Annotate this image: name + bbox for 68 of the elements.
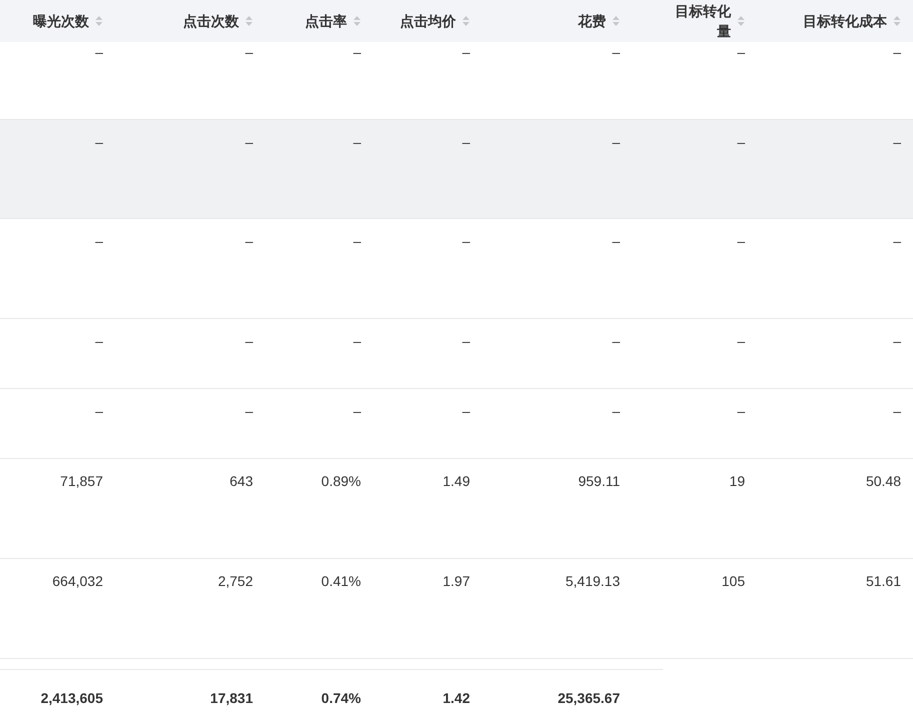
table-cell-text: 105: [722, 572, 745, 591]
table-cell-text: –: [893, 402, 901, 421]
table-cell-text: –: [95, 402, 103, 421]
summary-cell-text: 17,831: [210, 689, 253, 708]
table-cell-text: 664,032: [52, 572, 103, 591]
table-cell-text: –: [95, 332, 103, 351]
column-header: 点击均价: [400, 12, 456, 31]
sort-icon[interactable]: [737, 15, 745, 27]
table-cell-text: –: [95, 43, 103, 62]
table-cell-text: –: [245, 43, 253, 62]
table-cell-text: –: [245, 332, 253, 351]
table-cell-text: –: [893, 43, 901, 62]
sort-icon[interactable]: [612, 15, 620, 27]
column-header: 花费: [578, 12, 606, 31]
table-cell-text: 2,752: [218, 572, 253, 591]
table-cell-text: 959.11: [578, 472, 620, 491]
table-cell-text: 50.48: [866, 472, 901, 491]
table-cell-text: 643: [230, 472, 253, 491]
sort-icon[interactable]: [893, 15, 901, 27]
column-header: 曝光次数: [33, 12, 89, 31]
table-cell-text: –: [893, 133, 901, 152]
table-cell-text: 1.97: [442, 572, 470, 591]
table-cell-text: –: [462, 43, 470, 62]
table-cell-text: 0.41%: [321, 572, 361, 591]
table-cell-text: –: [737, 133, 745, 152]
table-cell-text: –: [737, 402, 745, 421]
table-cell-text: –: [462, 332, 470, 351]
table-cell-text: –: [353, 402, 361, 421]
table-cell-text: –: [353, 133, 361, 152]
summary-cell-text: 2,413,605: [40, 689, 103, 708]
table-cell-text: –: [737, 232, 745, 251]
table-cell-text: –: [737, 332, 745, 351]
table-cell-text: –: [893, 232, 901, 251]
table-cell-text: 0.89%: [321, 472, 361, 491]
table-cell-text: –: [612, 133, 620, 152]
sort-icon[interactable]: [353, 15, 361, 27]
table-cell-text: –: [245, 232, 253, 251]
table-cell-text: –: [245, 402, 253, 421]
table-cell-text: –: [737, 43, 745, 62]
summary-cell-text: 0.74%: [321, 689, 361, 708]
table-cell-text: –: [353, 232, 361, 251]
table-cell-text: 1.49: [442, 472, 470, 491]
sort-icon[interactable]: [245, 15, 253, 27]
column-header: 点击次数: [183, 12, 239, 31]
table-cell-text: –: [462, 232, 470, 251]
summary-cell-text: 1.42: [442, 689, 470, 708]
table-cell-text: 71,857: [60, 472, 103, 491]
table-cell-text: –: [893, 332, 901, 351]
table-cell-text: –: [353, 43, 361, 62]
table-cell-text: –: [245, 133, 253, 152]
table-cell-text: –: [612, 43, 620, 62]
table-cell-text: 51.61: [866, 572, 901, 591]
table-cell-text: –: [612, 332, 620, 351]
table-cell-text: –: [95, 232, 103, 251]
column-header: 目标转化量: [674, 2, 731, 41]
table-cell-text: –: [612, 232, 620, 251]
table-cell-text: –: [353, 332, 361, 351]
table-cell-text: 5,419.13: [566, 572, 620, 591]
table-cell-text: –: [462, 133, 470, 152]
sort-icon[interactable]: [462, 15, 470, 27]
sort-icon[interactable]: [95, 15, 103, 27]
table-cell-text: –: [462, 402, 470, 421]
column-header: 目标转化成本: [803, 12, 887, 31]
table-cell-text: –: [612, 402, 620, 421]
column-header: 点击率: [305, 12, 347, 31]
summary-cell-text: 25,365.67: [558, 689, 620, 708]
table-cell-text: –: [95, 133, 103, 152]
table-cell-text: 19: [729, 472, 745, 491]
